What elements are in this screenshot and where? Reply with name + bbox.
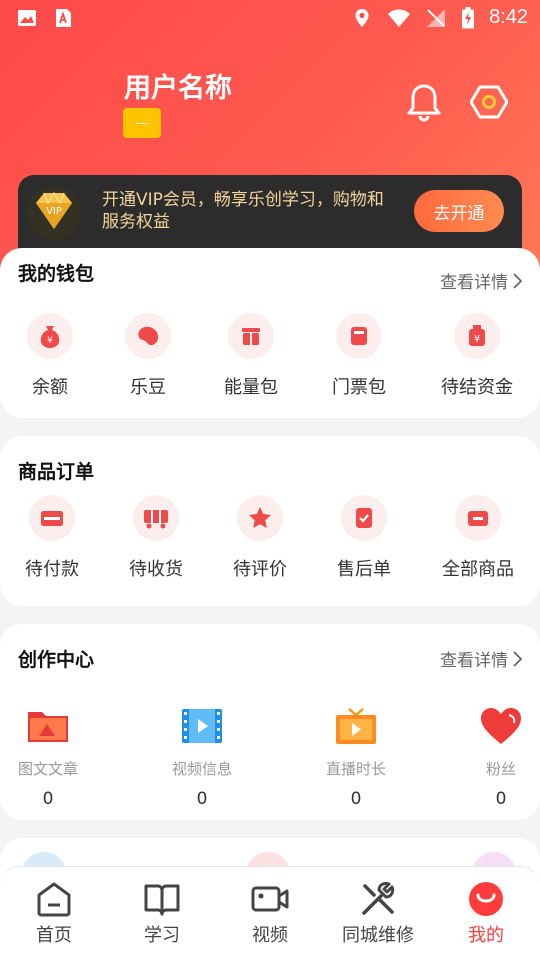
vip-diamond-icon: VIP (27, 186, 81, 240)
ticket-icon (351, 327, 367, 345)
wallet-item-label: 乐豆 (130, 377, 166, 398)
creation-item-count: 0 (196, 789, 208, 809)
wallet-item-energy-pack[interactable]: 能量包 (224, 313, 278, 399)
nav-local-repair[interactable]: 同城维修 (324, 881, 432, 947)
gift-box-icon (242, 328, 260, 345)
wallet-title: 我的钱包 (18, 263, 95, 285)
creation-item-videos[interactable]: 视频信息 0 (170, 706, 234, 809)
creation-center-card: 创作中心 查看详情 图文文章 0 视频信息 0 直播时长 0 粉丝 0 (0, 624, 540, 820)
wallet-card: 我的钱包 查看详情 ¥ 余额 乐豆 能量包 门票包 ¥ 待结资金 (0, 248, 540, 418)
wallet-item-ticket-pack[interactable]: 门票包 (332, 313, 386, 399)
creation-item-articles[interactable]: 图文文章 0 (16, 706, 80, 809)
nav-video[interactable]: 视频 (216, 881, 324, 947)
settings-icon[interactable] (470, 84, 508, 120)
orders-title: 商品订单 (18, 461, 95, 483)
truck-icon (144, 510, 168, 529)
member-level-badge: --- (123, 108, 161, 138)
creation-item-label: 粉丝 (485, 760, 516, 778)
wallet-detail-link[interactable]: 查看详情 (440, 268, 522, 293)
home-icon (37, 882, 71, 917)
vip-banner[interactable]: VIP 开通VIP会员，畅享乐创学习，购物和服务权益 去开通 (18, 175, 522, 253)
nav-study[interactable]: 学习 (108, 881, 216, 947)
wallet-item-balance[interactable]: ¥ 余额 (27, 313, 73, 399)
creation-item-live-duration[interactable]: 直播时长 0 (324, 706, 388, 809)
chevron-right-icon (513, 272, 522, 289)
order-item-label: 待收货 (129, 559, 183, 580)
creation-item-count: 0 (495, 789, 507, 809)
nav-label: 同城维修 (342, 925, 414, 946)
wallet-item-label: 门票包 (332, 377, 386, 398)
location-icon (355, 8, 369, 27)
video-camera-icon (251, 886, 289, 912)
order-item-label: 待评价 (233, 559, 287, 580)
wallet-icon (468, 511, 488, 526)
orders-card: 商品订单 待付款 待收货 待评价 售后单 全部商品 (0, 436, 540, 606)
wallet-item-label: 余额 (32, 377, 68, 398)
order-item-all-products[interactable]: 全部商品 (438, 495, 518, 581)
vip-description: 开通VIP会员，畅享乐创学习，购物和服务权益 (102, 190, 384, 232)
wallet-item-pending-funds[interactable]: ¥ 待结资金 (441, 313, 513, 399)
wallet-item-bean[interactable]: 乐豆 (125, 313, 171, 399)
wallet-item-label: 待结资金 (441, 377, 513, 398)
nav-label: 视频 (252, 925, 288, 946)
tv-icon (336, 708, 376, 744)
nav-label: 学习 (144, 925, 180, 946)
no-signal-icon (427, 8, 446, 27)
card-icon (41, 511, 63, 526)
nav-home[interactable]: 首页 (0, 881, 108, 947)
bottom-navigation: 首页 学习 视频 同城维修 我的 (0, 866, 540, 960)
chevron-right-icon (513, 650, 522, 667)
order-item-after-sales[interactable]: 售后单 (329, 495, 399, 581)
bean-icon (138, 326, 159, 346)
order-item-pending-delivery[interactable]: 待收货 (121, 495, 191, 581)
order-item-label: 售后单 (337, 559, 391, 580)
tools-icon (362, 881, 395, 915)
pending-funds-icon: ¥ (469, 325, 485, 346)
wallet-detail-label: 查看详情 (440, 273, 508, 293)
heart-icon (481, 708, 521, 744)
status-time: 8:42 (489, 6, 528, 28)
nav-mine[interactable]: 我的 (432, 881, 540, 947)
order-item-pending-review[interactable]: 待评价 (225, 495, 295, 581)
creation-item-count: 0 (350, 789, 362, 809)
notification-bell-icon[interactable] (404, 82, 444, 122)
creation-item-label: 视频信息 (171, 760, 232, 778)
username[interactable]: 用户名称 (124, 66, 232, 105)
creation-item-label: 图文文章 (17, 760, 78, 778)
wifi-icon (388, 9, 411, 27)
wallet-item-label: 能量包 (224, 377, 278, 398)
svg-text:¥: ¥ (47, 336, 53, 346)
document-notification-icon (56, 9, 71, 27)
order-item-label: 全部商品 (442, 559, 514, 580)
creation-detail-label: 查看详情 (440, 651, 508, 671)
order-item-pending-payment[interactable]: 待付款 (17, 495, 87, 581)
film-icon (182, 709, 222, 743)
battery-charging-icon (462, 6, 475, 28)
shield-icon (356, 508, 372, 528)
profile-smile-icon (469, 882, 503, 916)
svg-text:¥: ¥ (474, 334, 480, 345)
nav-label: 我的 (468, 925, 504, 946)
creation-item-fans[interactable]: 粉丝 0 (469, 706, 533, 809)
star-icon (249, 507, 271, 528)
status-bar: 8:42 (0, 0, 540, 36)
gallery-notification-icon (18, 10, 36, 26)
money-bag-icon: ¥ (40, 326, 60, 348)
open-vip-button[interactable]: 去开通 (414, 190, 504, 232)
folder-icon (28, 712, 68, 742)
creation-detail-link[interactable]: 查看详情 (440, 646, 522, 671)
order-item-label: 待付款 (25, 559, 79, 580)
creation-item-label: 直播时长 (325, 760, 386, 778)
book-icon (144, 884, 180, 916)
nav-label: 首页 (36, 925, 72, 946)
vip-gem-text: VIP (46, 206, 62, 217)
creation-title: 创作中心 (18, 649, 95, 671)
creation-item-count: 0 (42, 789, 54, 809)
